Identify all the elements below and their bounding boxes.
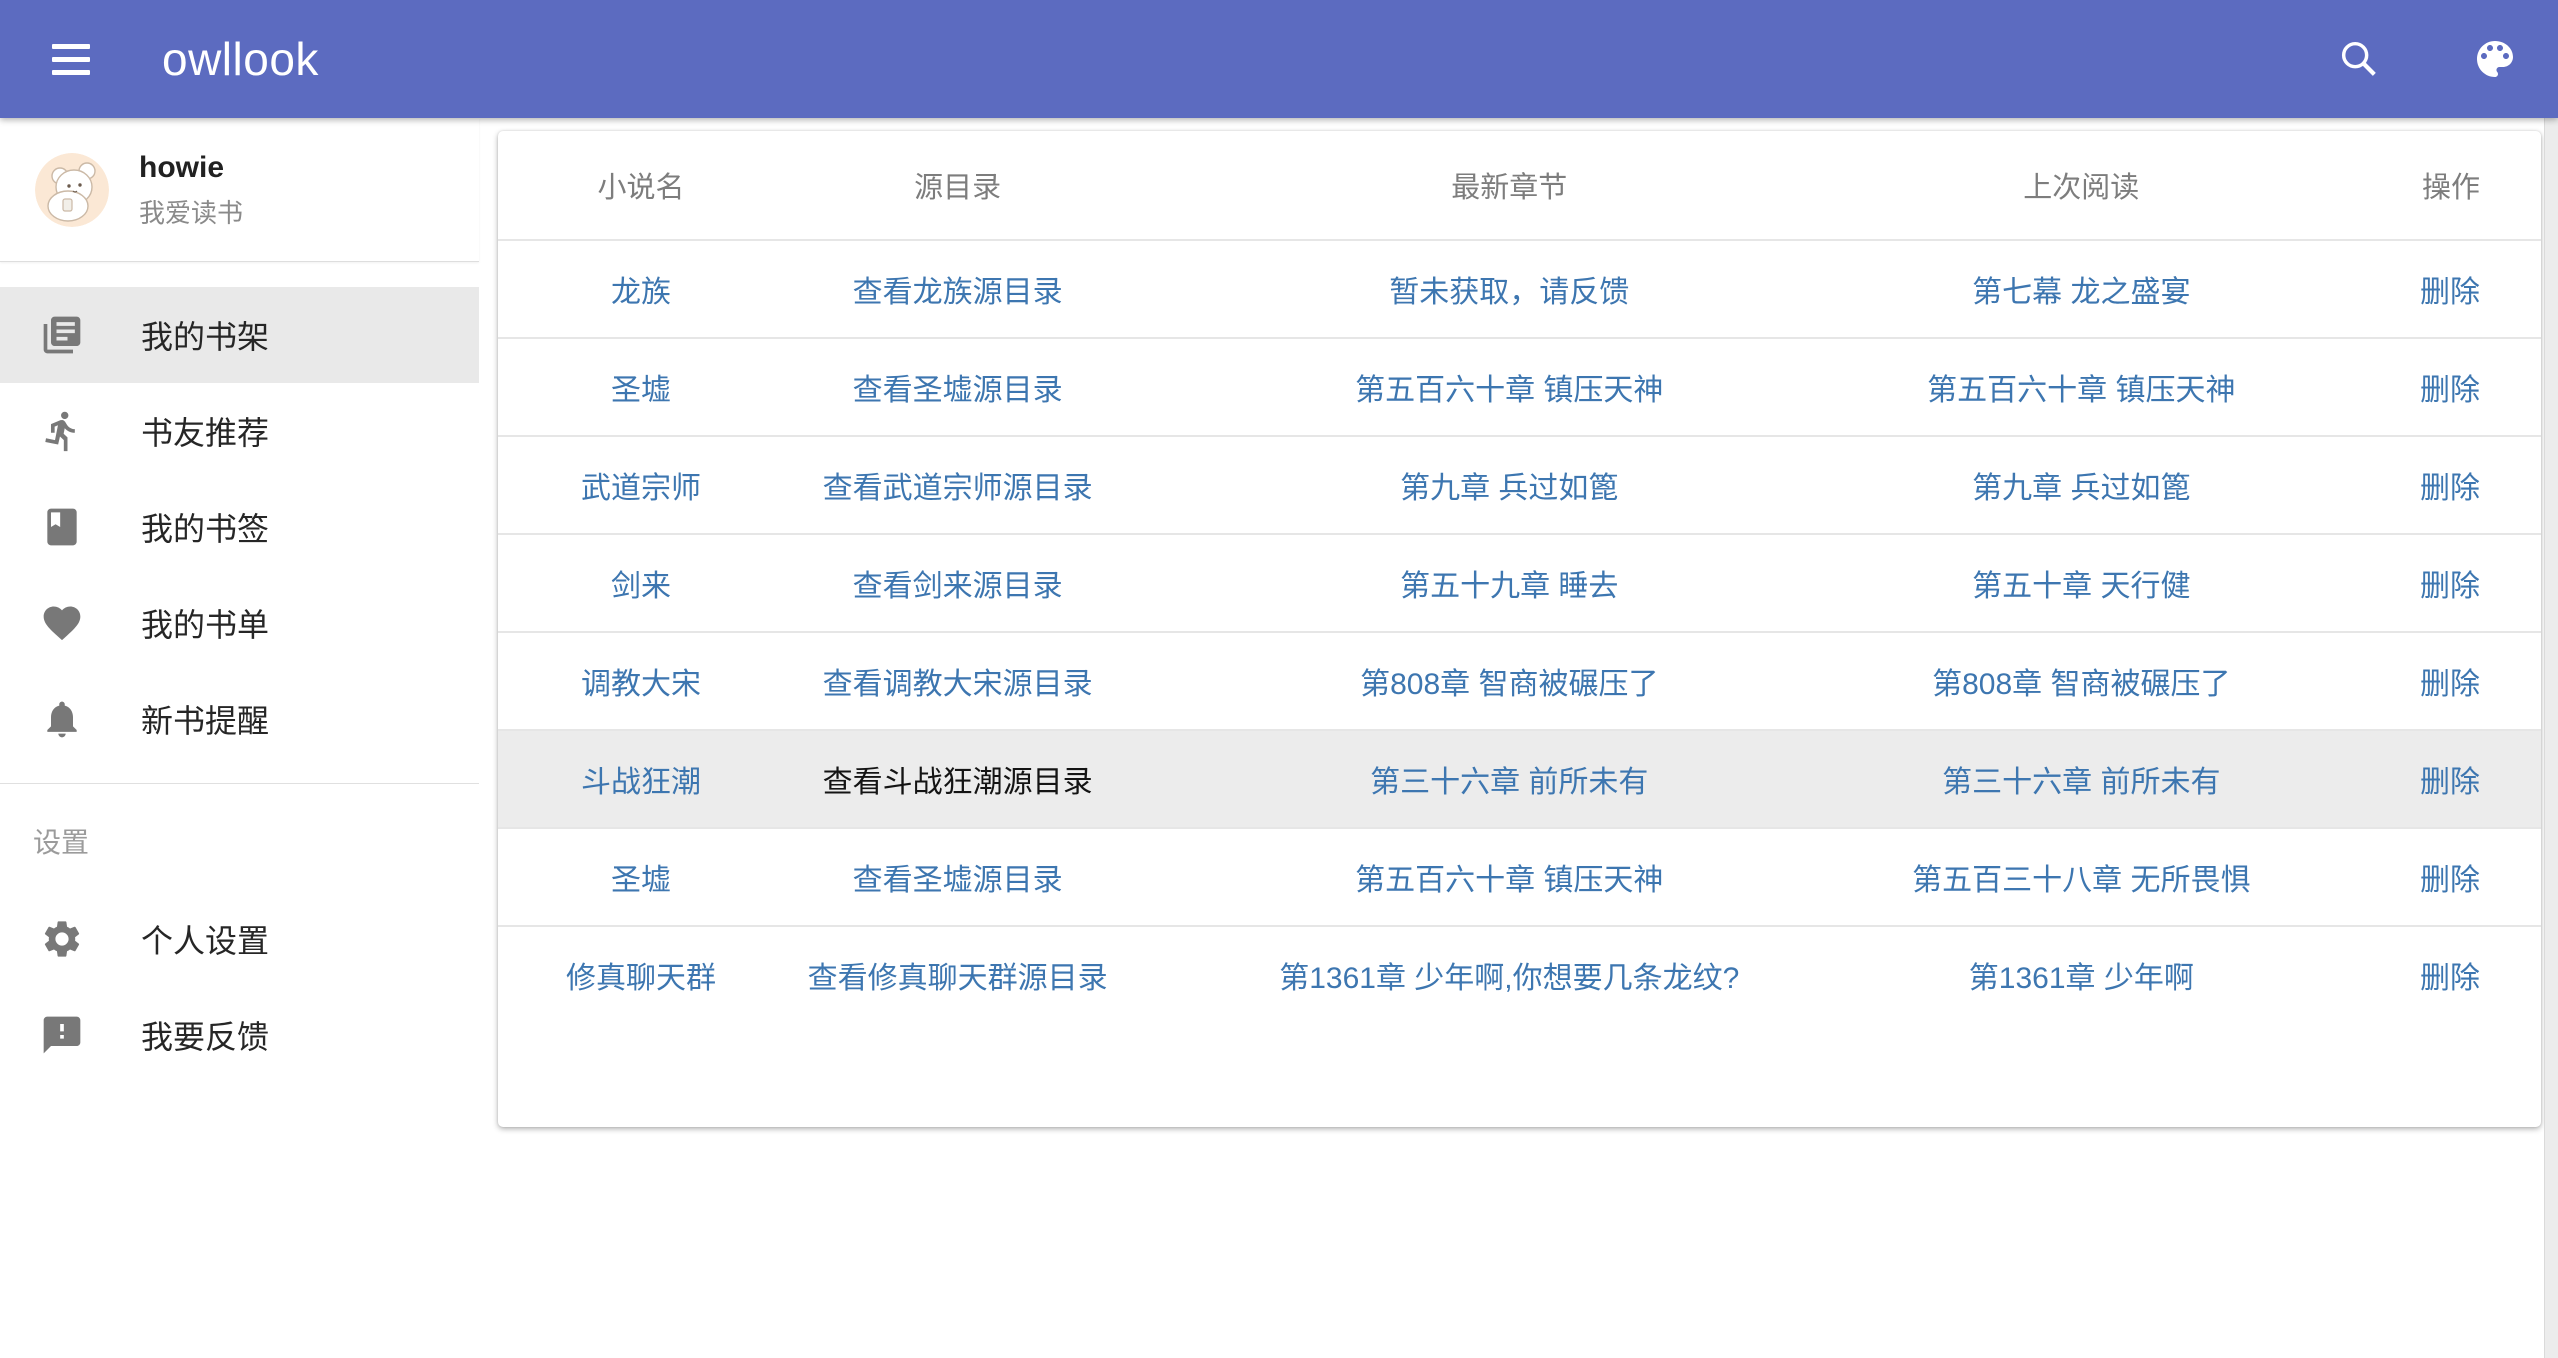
novel-name-link[interactable]: 剑来	[611, 570, 671, 603]
profile-text: howie 我爱读书	[139, 149, 243, 230]
user-profile: howie 我爱读书	[0, 118, 479, 262]
vertical-scrollbar[interactable]	[2544, 118, 2558, 1358]
source-catalog-link[interactable]: 查看武道宗师源目录	[823, 472, 1093, 505]
table-row: 修真聊天群 查看修真聊天群源目录 第1361章 少年啊,你想要几条龙纹? 第13…	[498, 926, 2541, 1023]
novel-name-link[interactable]: 武道宗师	[581, 472, 701, 505]
latest-chapter-link[interactable]: 第九章 兵过如篦	[1400, 472, 1618, 505]
sidebar-item-feedback[interactable]: 我要反馈	[0, 987, 479, 1083]
directions-run-icon	[40, 409, 84, 453]
col-header-source-catalog: 源目录	[784, 131, 1131, 240]
delete-link[interactable]: 删除	[2420, 472, 2480, 505]
table-header-row: 小说名 源目录 最新章节 上次阅读 操作	[498, 131, 2541, 240]
delete-link[interactable]: 删除	[2420, 766, 2480, 799]
search-button[interactable]	[2336, 36, 2382, 82]
app-title: owllook	[162, 32, 319, 86]
user-name: howie	[139, 149, 243, 187]
source-catalog-link[interactable]: 查看圣墟源目录	[853, 864, 1063, 897]
latest-chapter-link[interactable]: 第808章 智商被碾压了	[1360, 668, 1658, 701]
sidebar-item-bookmarks[interactable]: 我的书签	[0, 479, 479, 575]
sidebar-item-new-book-alert[interactable]: 新书提醒	[0, 671, 479, 767]
bell-icon	[40, 697, 84, 741]
sidebar-item-label: 书友推荐	[141, 408, 269, 454]
novel-name-link[interactable]: 圣墟	[611, 374, 671, 407]
feedback-icon	[40, 1013, 84, 1057]
last-read-link[interactable]: 第1361章 少年啊	[1969, 962, 2194, 995]
novel-name-link[interactable]: 斗战狂潮	[581, 766, 701, 799]
latest-chapter-link[interactable]: 第五百六十章 镇压天神	[1355, 374, 1663, 407]
table-row: 剑来 查看剑来源目录 第五十九章 睡去 第五十章 天行健 删除	[498, 534, 2541, 632]
delete-link[interactable]: 删除	[2420, 570, 2480, 603]
sidebar-menu: 我的书架 书友推荐 我的书签 我的书单 新书提醒	[0, 262, 479, 767]
last-read-link[interactable]: 第五百三十八章 无所畏惧	[1912, 864, 2250, 897]
table-body: 龙族 查看龙族源目录 暂未获取，请反馈 第七幕 龙之盛宴 删除 圣墟 查看圣墟源…	[498, 240, 2541, 1023]
sidebar-item-label: 新书提醒	[141, 696, 269, 742]
latest-chapter-link[interactable]: 暂未获取，请反馈	[1389, 276, 1629, 309]
settings-section-label: 设置	[33, 821, 479, 861]
source-catalog-link[interactable]: 查看斗战狂潮源目录	[823, 766, 1093, 799]
table-row: 调教大宋 查看调教大宋源目录 第808章 智商被碾压了 第808章 智商被碾压了…	[498, 632, 2541, 730]
sidebar: howie 我爱读书 我的书架 书友推荐 我的书签 我的书单 新书提醒 设置 个…	[0, 118, 479, 1358]
table-row: 圣墟 查看圣墟源目录 第五百六十章 镇压天神 第五百三十八章 无所畏惧 删除	[498, 828, 2541, 926]
delete-link[interactable]: 删除	[2420, 374, 2480, 407]
novel-name-link[interactable]: 龙族	[611, 276, 671, 309]
sidebar-item-label: 我的书签	[141, 504, 269, 550]
latest-chapter-link[interactable]: 第三十六章 前所未有	[1370, 766, 1648, 799]
library-books-icon	[40, 313, 84, 357]
last-read-link[interactable]: 第五十章 天行健	[1972, 570, 2190, 603]
menu-button[interactable]	[46, 38, 96, 81]
col-header-actions: 操作	[2275, 131, 2541, 240]
table-row: 龙族 查看龙族源目录 暂未获取，请反馈 第七幕 龙之盛宴 删除	[498, 240, 2541, 338]
book-icon	[40, 505, 84, 549]
sidebar-item-label: 个人设置	[141, 916, 269, 962]
novel-name-link[interactable]: 调教大宋	[581, 668, 701, 701]
palette-icon	[2471, 35, 2519, 83]
novel-name-link[interactable]: 圣墟	[611, 864, 671, 897]
sidebar-item-friend-recommend[interactable]: 书友推荐	[0, 383, 479, 479]
delete-link[interactable]: 删除	[2420, 668, 2480, 701]
col-header-latest-chapter: 最新章节	[1131, 131, 1887, 240]
table-row: 斗战狂潮 查看斗战狂潮源目录 第三十六章 前所未有 第三十六章 前所未有 删除	[498, 730, 2541, 828]
source-catalog-link[interactable]: 查看剑来源目录	[853, 570, 1063, 603]
search-icon	[2336, 36, 2382, 82]
last-read-link[interactable]: 第五百六十章 镇压天神	[1927, 374, 2235, 407]
latest-chapter-link[interactable]: 第1361章 少年啊,你想要几条龙纹?	[1279, 962, 1739, 995]
app-header: owllook	[0, 0, 2558, 118]
delete-link[interactable]: 删除	[2420, 276, 2480, 309]
novel-name-link[interactable]: 修真聊天群	[566, 962, 716, 995]
latest-chapter-link[interactable]: 第五百六十章 镇压天神	[1355, 864, 1663, 897]
latest-chapter-link[interactable]: 第五十九章 睡去	[1400, 570, 1618, 603]
sidebar-item-label: 我的书架	[141, 312, 269, 358]
col-header-novel-name: 小说名	[498, 131, 784, 240]
sidebar-item-label: 我的书单	[141, 600, 269, 646]
settings-menu: 个人设置 我要反馈	[0, 861, 479, 1083]
theme-button[interactable]	[2471, 35, 2519, 83]
sidebar-item-personal-settings[interactable]: 个人设置	[0, 891, 479, 987]
hamburger-icon	[52, 44, 90, 49]
sidebar-item-bookshelf[interactable]: 我的书架	[0, 287, 479, 383]
source-catalog-link[interactable]: 查看调教大宋源目录	[823, 668, 1093, 701]
sidebar-item-booklist[interactable]: 我的书单	[0, 575, 479, 671]
hamster-avatar-image	[35, 153, 109, 227]
heart-icon	[40, 601, 84, 645]
last-read-link[interactable]: 第三十六章 前所未有	[1942, 766, 2220, 799]
table-row: 圣墟 查看圣墟源目录 第五百六十章 镇压天神 第五百六十章 镇压天神 删除	[498, 338, 2541, 436]
sidebar-divider	[0, 783, 479, 784]
source-catalog-link[interactable]: 查看龙族源目录	[853, 276, 1063, 309]
last-read-link[interactable]: 第七幕 龙之盛宴	[1972, 276, 2190, 309]
last-read-link[interactable]: 第808章 智商被碾压了	[1932, 668, 2230, 701]
col-header-last-read: 上次阅读	[1887, 131, 2275, 240]
source-catalog-link[interactable]: 查看修真聊天群源目录	[808, 962, 1108, 995]
delete-link[interactable]: 删除	[2420, 864, 2480, 897]
gear-icon	[40, 917, 84, 961]
sidebar-item-label: 我要反馈	[141, 1012, 269, 1058]
user-tagline: 我爱读书	[139, 193, 243, 230]
bookshelf-table: 小说名 源目录 最新章节 上次阅读 操作 龙族 查看龙族源目录 暂未获取，请反馈…	[498, 131, 2541, 1023]
source-catalog-link[interactable]: 查看圣墟源目录	[853, 374, 1063, 407]
table-row: 武道宗师 查看武道宗师源目录 第九章 兵过如篦 第九章 兵过如篦 删除	[498, 436, 2541, 534]
bookshelf-card: 小说名 源目录 最新章节 上次阅读 操作 龙族 查看龙族源目录 暂未获取，请反馈…	[498, 131, 2541, 1127]
delete-link[interactable]: 删除	[2420, 962, 2480, 995]
last-read-link[interactable]: 第九章 兵过如篦	[1972, 472, 2190, 505]
avatar[interactable]	[35, 153, 109, 227]
